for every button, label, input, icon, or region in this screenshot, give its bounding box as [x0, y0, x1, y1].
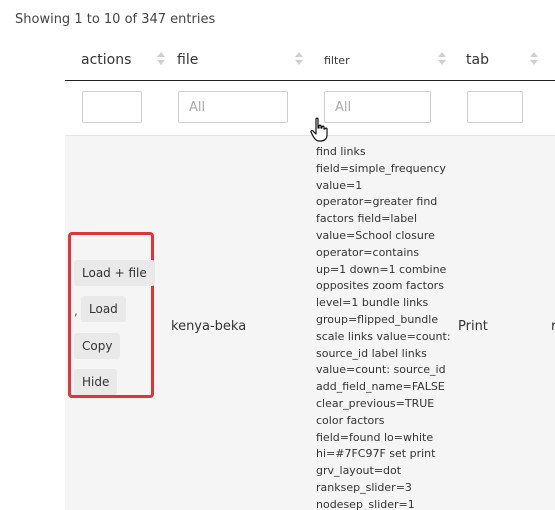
- filter-line: hi=#7FC97F set print: [316, 447, 436, 461]
- file-cell: kenya-beka: [171, 319, 247, 334]
- column-header-label: actions: [81, 52, 132, 68]
- copy-button[interactable]: Copy: [74, 333, 121, 359]
- filter-line: operator=contains: [316, 245, 420, 259]
- filter-cell: find links field=simple_frequency value=1 o…: [316, 144, 451, 510]
- load-file-button[interactable]: Load + file: [74, 260, 155, 286]
- hand-cursor-icon: [310, 117, 328, 142]
- hide-button[interactable]: Hide: [74, 369, 118, 395]
- column-header-file[interactable]: file: [177, 40, 311, 80]
- button-separator: ,: [74, 304, 78, 318]
- filter-line: up=1 down=1 combine: [316, 262, 447, 276]
- filter-line: source_id label links: [316, 346, 427, 360]
- filter-line: find links: [316, 145, 366, 158]
- filter-line: nodesep_slider=1: [316, 497, 415, 510]
- filter-line: group=flipped_bundle: [316, 312, 439, 326]
- filter-line: factors field=label: [316, 212, 418, 226]
- tab-cell: Print: [458, 319, 488, 334]
- filter-line: ranksep_slider=3: [316, 480, 412, 494]
- load-button[interactable]: Load: [81, 296, 126, 322]
- filter-line: value=School closure: [316, 228, 435, 242]
- table-info: Showing 1 to 10 of 347 entries: [15, 12, 216, 27]
- filter-line: scale links value=count:: [316, 329, 451, 343]
- filter-filter-input[interactable]: [324, 91, 431, 123]
- filter-line: opposites zoom factors: [316, 279, 444, 293]
- sort-icon: [157, 52, 165, 68]
- column-header-label: file: [177, 52, 199, 68]
- column-header-tab[interactable]: tab: [466, 40, 546, 80]
- filter-line: clear_previous=TRUE: [316, 396, 435, 410]
- filter-line: color factors: [316, 413, 385, 427]
- file-filter-input[interactable]: [178, 91, 288, 123]
- sort-icon: [295, 52, 303, 68]
- filter-line: value=count: source_id: [316, 363, 446, 377]
- header-divider: [65, 80, 555, 81]
- data-table: actions file filter tab Load + file , Lo…: [65, 40, 555, 510]
- sort-icon: [530, 52, 538, 68]
- column-header-label: filter: [324, 53, 350, 67]
- filter-line: add_field_name=FALSE: [316, 380, 445, 394]
- sort-icon: [438, 52, 446, 68]
- next-column-cell: r: [551, 319, 555, 334]
- column-header-label: tab: [466, 52, 489, 68]
- column-header-filter[interactable]: filter: [324, 40, 454, 80]
- filter-line: level=1 bundle links: [316, 296, 429, 310]
- filter-line: field=simple_frequency: [316, 161, 446, 175]
- filter-line: value=1: [316, 178, 363, 192]
- filter-line: operator=greater find: [316, 195, 438, 209]
- filter-line: field=found lo=white: [316, 430, 434, 444]
- column-header-actions[interactable]: actions: [81, 40, 173, 80]
- actions-filter-input[interactable]: [82, 91, 142, 123]
- filter-line: grv_layout=dot: [316, 464, 402, 478]
- tab-filter-input[interactable]: [467, 91, 523, 123]
